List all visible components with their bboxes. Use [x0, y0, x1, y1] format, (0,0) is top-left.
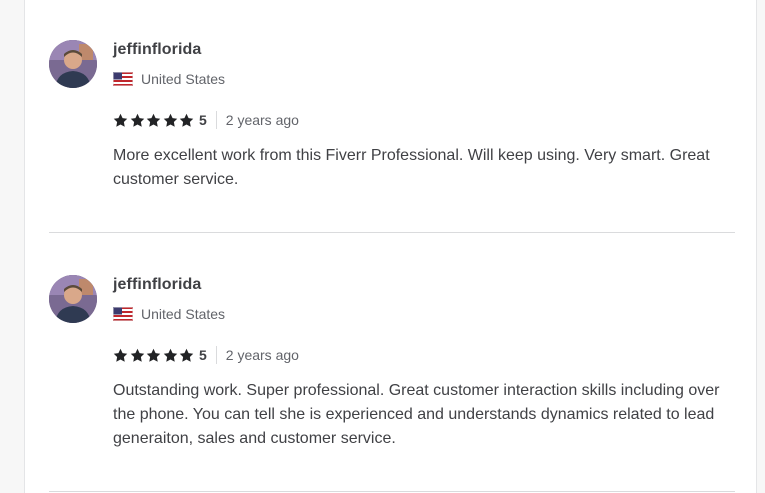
country-name: United States	[141, 306, 226, 322]
rating-row: 5 2 years ago	[113, 110, 299, 130]
star-icon	[113, 113, 128, 127]
star-rating	[113, 348, 196, 363]
rating-value: 5	[198, 112, 207, 128]
user-avatar[interactable]	[49, 275, 97, 323]
rating-value: 5	[198, 347, 207, 363]
reviews-panel: jeffinflorida United States 5 2 years ag…	[24, 0, 757, 493]
star-icon	[180, 113, 194, 127]
us-flag-icon	[113, 307, 133, 321]
star-icon	[163, 113, 178, 127]
star-icon	[130, 348, 144, 362]
user-avatar[interactable]	[49, 40, 97, 88]
reviewer-username[interactable]: jeffinflorida	[113, 276, 201, 294]
us-flag-icon	[113, 72, 133, 86]
reviewer-country: United States	[113, 305, 225, 323]
country-name: United States	[141, 71, 226, 87]
review-time: 2 years ago	[225, 112, 299, 128]
star-icon	[113, 348, 128, 362]
review-time: 2 years ago	[225, 347, 299, 363]
review-text: More excellent work from this Fiverr Pro…	[113, 147, 710, 188]
rating-separator	[215, 346, 217, 364]
reviewer-country: United States	[113, 70, 225, 88]
star-icon	[130, 113, 144, 127]
reviewer-username[interactable]: jeffinflorida	[113, 41, 201, 59]
rating-row: 5 2 years ago	[113, 345, 299, 365]
star-rating	[113, 113, 196, 128]
star-icon	[180, 348, 194, 362]
star-icon	[146, 348, 161, 362]
star-icon	[163, 348, 178, 362]
review-text: Outstanding work. Super professional. Gr…	[113, 382, 720, 447]
rating-separator	[215, 111, 217, 129]
review-divider	[49, 491, 735, 492]
review-divider	[49, 232, 735, 233]
star-icon	[146, 113, 161, 127]
